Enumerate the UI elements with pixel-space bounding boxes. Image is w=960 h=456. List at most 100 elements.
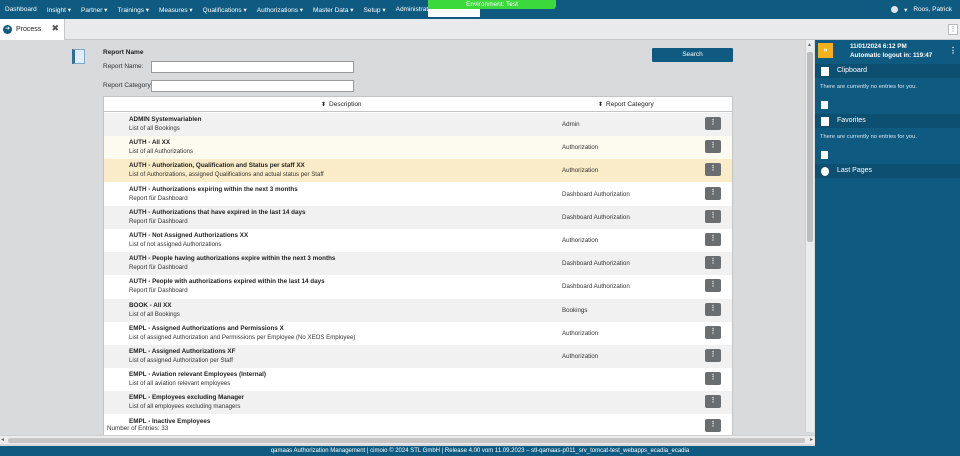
menu-trainings[interactable]: Trainings ▾ bbox=[112, 6, 154, 14]
table-row[interactable]: AUTH - People with authorizations expire… bbox=[104, 275, 732, 299]
menu-partner[interactable]: Partner ▾ bbox=[76, 6, 112, 14]
report-title-cell: BOOK - All XX bbox=[129, 301, 172, 309]
table-row[interactable]: AUTH - Authorizations expiring within th… bbox=[104, 182, 732, 206]
menu-authorizations-label: Authorizations bbox=[256, 6, 298, 14]
bookmark-add-icon[interactable] bbox=[821, 151, 828, 159]
scroll-right-icon[interactable]: ▸ bbox=[810, 436, 813, 443]
report-category-cell: Admin bbox=[562, 121, 580, 128]
row-menu-button[interactable]: ⋮ bbox=[705, 209, 721, 223]
tab-process-label: Process bbox=[16, 26, 42, 33]
panel-menu-icon[interactable]: ⋮ bbox=[949, 46, 957, 55]
report-description-cell: List of not assigned Authorizations bbox=[129, 241, 222, 248]
report-description-cell: List of all Authorizations bbox=[129, 148, 194, 156]
menu-authorizations[interactable]: Authorizations ▾ bbox=[252, 6, 308, 14]
tab-process[interactable]: ➜ Process ✖ bbox=[0, 19, 65, 40]
table-row[interactable]: AUTH - All XX List of all Authorizations A… bbox=[104, 136, 732, 160]
report-title-cell: AUTH - People with authorizations expire… bbox=[129, 278, 325, 286]
report-description-cell: List of assigned Authorization and Permi… bbox=[129, 333, 356, 341]
clipboard-section[interactable]: Clipboard bbox=[815, 64, 960, 78]
menu-master-data[interactable]: Master Data ▾ bbox=[308, 6, 358, 14]
table-row[interactable]: EMPL - Inactive Employees ⋮ bbox=[104, 414, 732, 435]
horizontal-scroll-thumb[interactable] bbox=[8, 438, 805, 443]
table-row[interactable]: AUTH - People having authorizations expi… bbox=[104, 252, 732, 276]
report-description-cell: List of all Bookings bbox=[129, 125, 180, 132]
row-menu-button[interactable]: ⋮ bbox=[705, 395, 721, 409]
row-menu-button[interactable]: ⋮ bbox=[705, 418, 721, 432]
report-category-label: Report Category: bbox=[103, 82, 153, 89]
table-row[interactable]: EMPL - Employees excluding Manager List o… bbox=[104, 391, 732, 415]
logout-timer: Automatic logout in: 119:47 bbox=[850, 52, 933, 59]
column-description-label: Description bbox=[329, 101, 362, 108]
report-title-cell: AUTH - Authorization, Qualification and … bbox=[129, 162, 305, 170]
search-button[interactable]: Search bbox=[652, 48, 733, 62]
row-menu-button[interactable]: ⋮ bbox=[705, 279, 721, 293]
table-row[interactable]: AUTH - Not Assigned Authorizations XX Lis… bbox=[104, 229, 732, 252]
horizontal-scrollbar[interactable]: ◂ ▸ bbox=[0, 435, 815, 444]
report-title-cell: EMPL - Aviation relevant Employees (Inte… bbox=[129, 371, 266, 379]
table-row[interactable]: EMPL - Aviation relevant Employees (Inte… bbox=[104, 368, 732, 392]
report-name-label: Report Name: bbox=[103, 63, 144, 70]
row-menu-button[interactable]: ⋮ bbox=[705, 117, 721, 130]
report-category-cell: Bookings bbox=[562, 306, 588, 314]
table-row[interactable]: ADMIN Systemvariablen List of all Booking… bbox=[104, 113, 732, 136]
row-menu-button[interactable]: ⋮ bbox=[705, 256, 721, 270]
table-row[interactable]: AUTH - Authorizations that have expired … bbox=[104, 205, 732, 229]
report-description-cell: List of all employees excluding managers bbox=[129, 403, 241, 411]
menu-measures-label: Measures bbox=[159, 6, 188, 14]
table-body: ADMIN Systemvariablen List of all Booking… bbox=[104, 113, 732, 435]
menu-insight[interactable]: Insight ▾ bbox=[42, 6, 76, 14]
footer: qamaas Authorization Management | cimoio… bbox=[0, 446, 960, 456]
row-menu-button[interactable]: ⋮ bbox=[705, 349, 721, 362]
vertical-scrollbar[interactable]: ▲ bbox=[805, 40, 814, 432]
vertical-scroll-thumb[interactable] bbox=[807, 52, 813, 242]
menu-qualifications[interactable]: Qualifications ▾ bbox=[198, 6, 252, 14]
menu-measures[interactable]: Measures ▾ bbox=[154, 6, 198, 14]
table-row[interactable]: BOOK - All XX List of all Bookings Booking… bbox=[104, 298, 732, 322]
table-row[interactable]: EMPL - Assigned Authorizations XF List of… bbox=[104, 345, 732, 368]
column-category-label: Report Category bbox=[606, 101, 654, 108]
favorites-actions bbox=[815, 148, 960, 162]
report-description-cell: Report für Dashboard bbox=[129, 194, 188, 202]
favorites-section[interactable]: Favorites bbox=[815, 114, 960, 128]
column-description[interactable]: ⬍ Description bbox=[321, 97, 362, 112]
environment-badge: Environment: Test bbox=[428, 0, 556, 9]
report-category-input[interactable] bbox=[151, 80, 354, 92]
expand-panel-icon[interactable]: » bbox=[818, 43, 833, 58]
last-pages-section[interactable]: Last Pages bbox=[815, 164, 960, 178]
row-menu-button[interactable]: ⋮ bbox=[705, 325, 721, 339]
report-title-cell: EMPL - Employees excluding Manager bbox=[129, 394, 245, 402]
last-pages-label: Last Pages bbox=[837, 167, 873, 174]
clipboard-label: Clipboard bbox=[837, 67, 867, 74]
row-menu-button[interactable]: ⋮ bbox=[705, 302, 721, 316]
menu-setup-label: Setup bbox=[363, 6, 381, 14]
globe-icon[interactable] bbox=[891, 6, 899, 13]
entry-count: Number of Entries: 33 bbox=[107, 425, 172, 432]
row-menu-button[interactable]: ⋮ bbox=[705, 186, 721, 200]
sort-icon: ⬍ bbox=[321, 102, 327, 108]
globe-dropdown-icon[interactable]: ▾ bbox=[904, 6, 907, 14]
user-name[interactable]: Roos, Patrick bbox=[913, 6, 952, 13]
user-area[interactable]: ▾ Roos, Patrick bbox=[891, 0, 952, 19]
table-header: ⬍ Description ⬍ Report Category bbox=[104, 97, 732, 112]
history-icon bbox=[821, 167, 829, 176]
tab-menu-icon[interactable]: ⋮ bbox=[948, 24, 958, 35]
menu-setup[interactable]: Setup ▾ bbox=[359, 6, 391, 14]
menu-dashboard[interactable]: Dashboard bbox=[0, 6, 42, 13]
report-description-cell: Report für Dashboard bbox=[129, 217, 188, 225]
table-row[interactable]: AUTH - Authorization, Qualification and … bbox=[104, 159, 732, 183]
row-menu-button[interactable]: ⋮ bbox=[705, 163, 721, 177]
row-menu-button[interactable]: ⋮ bbox=[705, 140, 721, 154]
copy-icon[interactable] bbox=[821, 101, 828, 109]
report-category-cell: Authorization bbox=[562, 167, 599, 175]
column-report-category[interactable]: ⬍ Report Category bbox=[598, 97, 654, 112]
scroll-up-icon[interactable]: ▲ bbox=[807, 42, 812, 48]
current-datetime: 11/01/2024 6:12 PM bbox=[850, 43, 907, 50]
table-row[interactable]: EMPL - Assigned Authorizations and Permi… bbox=[104, 321, 732, 345]
row-menu-button[interactable]: ⋮ bbox=[705, 372, 721, 386]
report-name-input[interactable] bbox=[151, 61, 354, 73]
clipboard-actions bbox=[815, 98, 960, 112]
close-tab-icon[interactable]: ✖ bbox=[51, 24, 59, 33]
scroll-left-icon[interactable]: ◂ bbox=[1, 436, 4, 443]
report-title-cell: ADMIN Systemvariablen bbox=[129, 116, 202, 123]
row-menu-button[interactable]: ⋮ bbox=[705, 233, 721, 246]
